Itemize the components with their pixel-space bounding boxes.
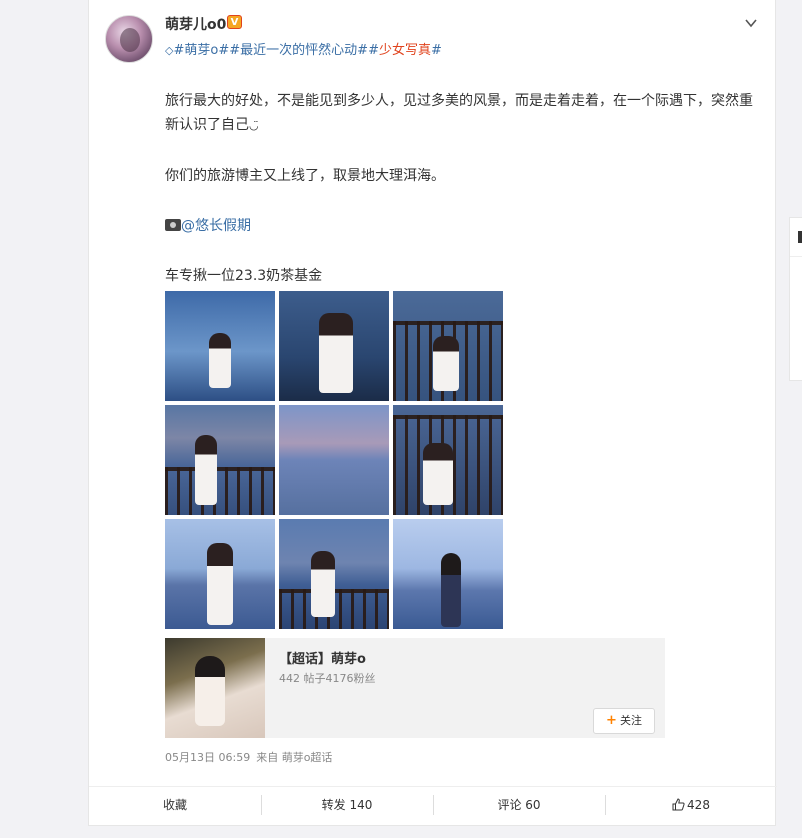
topic-link-2[interactable]: #最近一次的怦然心动#: [229, 43, 368, 58]
favorite-button[interactable]: 收藏: [89, 787, 261, 822]
repost-label: 转发 140: [321, 798, 373, 812]
photo-grid: [165, 291, 505, 631]
comment-label: 评论 60: [497, 798, 541, 812]
camera-icon: [165, 219, 181, 231]
photo-6[interactable]: [393, 405, 503, 515]
photo-4[interactable]: [165, 405, 275, 515]
thumbs-up-icon: [672, 798, 685, 811]
post-meta: 05月13日 06:59 来自 萌芽o超话: [165, 749, 332, 765]
action-bar: 收藏 转发 140 评论 60 428: [89, 786, 777, 822]
avatar[interactable]: [105, 15, 153, 63]
like-count: 428: [687, 798, 710, 812]
sidebar-edge-divider: [790, 256, 802, 257]
topic-line: ◇#萌芽o##最近一次的怦然心动##少女写真#: [165, 39, 442, 58]
photo-5[interactable]: [279, 405, 389, 515]
super-topic-stats: 442 帖子4176粉丝: [279, 672, 376, 685]
follow-label: 关注: [619, 714, 642, 727]
paragraph-3: 车专揪一位23.3奶茶基金: [165, 268, 323, 284]
timestamp[interactable]: 05月13日 06:59: [165, 751, 250, 764]
photo-9[interactable]: [393, 519, 503, 629]
post-content: 旅行最大的好处，不是能见到多少人，见过多美的风景，而是走着走着，在一个际遇下，突…: [165, 89, 760, 314]
photographer-credit: @悠长假期: [165, 214, 760, 238]
post-source[interactable]: 来自 萌芽o超话: [256, 751, 332, 764]
favorite-label: 收藏: [162, 798, 187, 812]
photo-2[interactable]: [279, 291, 389, 401]
super-topic-card[interactable]: 【超话】萌芽o 442 帖子4176粉丝 + 关注: [165, 638, 665, 738]
chevron-down-icon[interactable]: [744, 16, 758, 30]
photo-1[interactable]: [165, 291, 275, 401]
super-topic-thumbnail[interactable]: [165, 638, 265, 738]
topic-link-3[interactable]: #少女写真#: [368, 43, 442, 58]
photo-7[interactable]: [165, 519, 275, 629]
comment-button[interactable]: 评论 60: [433, 787, 605, 822]
paragraph-1: 旅行最大的好处，不是能见到多少人，见过多美的风景，而是走着走着，在一个际遇下，突…: [165, 93, 753, 133]
weibo-post-card: 萌芽儿o0 V ◇#萌芽o##最近一次的怦然心动##少女写真# 旅行最大的好处，…: [88, 0, 777, 826]
verified-badge-icon: V: [227, 15, 242, 29]
photo-8[interactable]: [279, 519, 389, 629]
like-button[interactable]: 428: [605, 787, 777, 822]
plus-icon: +: [606, 713, 617, 728]
photo-3[interactable]: [393, 291, 503, 401]
username[interactable]: 萌芽儿o0: [165, 14, 226, 34]
paragraph-2: 你们的旅游博主又上线了，取景地大理洱海。: [165, 168, 445, 184]
sidebar-edge-marker: [798, 231, 802, 243]
smile-emoji: ◡̈: [249, 119, 259, 132]
mention-link[interactable]: @悠长假期: [181, 218, 251, 234]
topic-link-1[interactable]: #萌芽o#: [173, 43, 229, 58]
repost-button[interactable]: 转发 140: [261, 787, 433, 822]
follow-button[interactable]: + 关注: [593, 708, 655, 734]
super-topic-title[interactable]: 【超话】萌芽o: [279, 648, 366, 667]
